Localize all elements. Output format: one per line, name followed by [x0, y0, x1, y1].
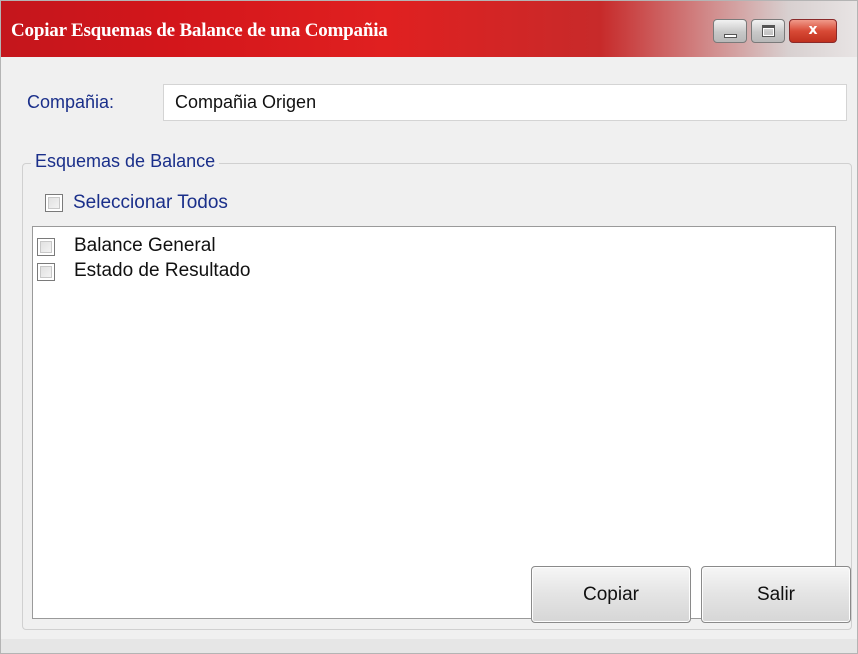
close-button[interactable]: x — [789, 19, 837, 43]
company-field[interactable] — [163, 84, 847, 121]
list-item-label: Balance General — [74, 235, 216, 256]
close-icon: x — [808, 22, 818, 38]
select-all-checkbox[interactable] — [45, 194, 63, 212]
company-label: Compañia: — [27, 92, 115, 112]
minimize-icon — [724, 34, 737, 38]
estado-resultado-checkbox[interactable] — [37, 263, 55, 281]
balance-general-checkbox[interactable] — [37, 238, 55, 256]
schemes-checked-list[interactable]: Balance General Estado de Resultado — [32, 226, 836, 619]
exit-button[interactable]: Salir — [701, 566, 851, 623]
select-all-label[interactable]: Seleccionar Todos — [73, 192, 228, 214]
title-bar[interactable]: Copiar Esquemas de Balance de una Compañ… — [1, 1, 857, 57]
minimize-button[interactable] — [713, 19, 747, 43]
window-bottom-edge — [1, 639, 857, 653]
list-item-label: Estado de Resultado — [74, 260, 251, 281]
schemes-group-legend: Esquemas de Balance — [31, 151, 220, 172]
window-title: Copiar Esquemas de Balance de una Compañ… — [11, 20, 388, 41]
maximize-button[interactable] — [751, 19, 785, 43]
maximize-icon — [762, 25, 775, 37]
dialog-window: Copiar Esquemas de Balance de una Compañ… — [0, 0, 858, 654]
copy-button[interactable]: Copiar — [531, 566, 691, 623]
